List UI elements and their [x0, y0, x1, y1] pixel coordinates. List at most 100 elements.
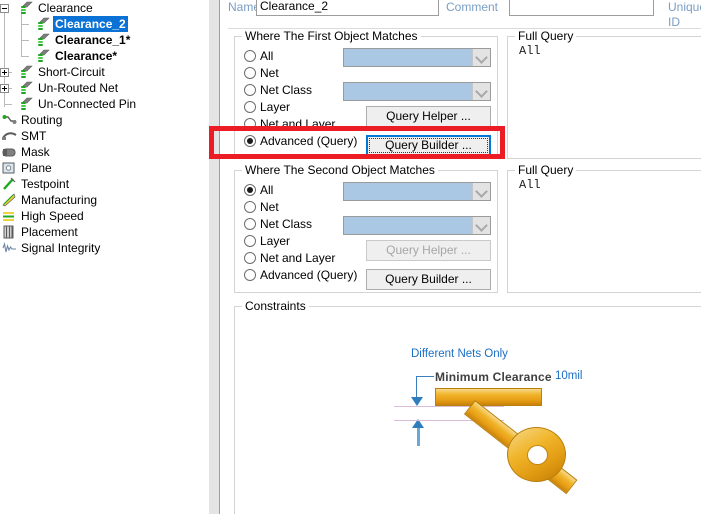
- name-input[interactable]: Clearance_2: [256, 0, 439, 16]
- tree-item-high-speed[interactable]: High Speed: [0, 208, 208, 224]
- focus-ring: [369, 138, 488, 153]
- tree-item-label: Placement: [21, 225, 78, 239]
- chevron-down-icon[interactable]: [472, 217, 490, 234]
- second-object-option-net[interactable]: Net: [244, 199, 279, 215]
- first-object-option-all[interactable]: All: [244, 48, 273, 64]
- second-object-query-builder-button[interactable]: Query Builder ...: [366, 269, 491, 290]
- tree-item-label: Clearance_2: [53, 16, 128, 32]
- first-object-option-label: Net: [260, 66, 279, 80]
- tree-item-label: Manufacturing: [21, 193, 98, 207]
- chevron-down-icon[interactable]: [472, 183, 490, 200]
- tree-item-placement[interactable]: Placement: [0, 224, 208, 240]
- radio-circle-icon: [244, 235, 256, 247]
- minimum-clearance-value: 10mil: [555, 370, 583, 382]
- second-object-group: Where The Second Object Matches All Net …: [234, 163, 498, 293]
- first-object-option-label: Net Class: [260, 83, 313, 97]
- tree-item-testpoint[interactable]: Testpoint: [0, 176, 208, 192]
- second-object-option-label: Layer: [260, 234, 291, 248]
- tree-item-label: Mask: [21, 145, 50, 159]
- rule-folder-icon: [19, 81, 34, 95]
- radio-circle-icon: [244, 50, 256, 62]
- full-query-title: Full Query: [515, 29, 577, 43]
- first-object-option-label: All: [260, 49, 274, 63]
- first-object-net-class-combo[interactable]: [343, 82, 491, 101]
- first-object-full-query-group: Full Query All: [507, 29, 701, 159]
- tree-item-un-routed-net[interactable]: Un-Routed Net: [0, 80, 208, 96]
- second-object-full-query-group: Full Query All: [507, 163, 701, 293]
- testpoint-icon: [2, 177, 17, 191]
- first-object-option-layer[interactable]: Layer: [244, 99, 290, 115]
- tree-item-clearance-1[interactable]: Clearance_1*: [0, 32, 208, 48]
- tree-item-mask[interactable]: Mask: [0, 144, 208, 160]
- radio-circle-icon: [244, 201, 256, 213]
- rules-tree-panel[interactable]: Clearance Clearance_2 Clearance_1* Clearanc…: [0, 0, 208, 514]
- second-object-query-helper-button: Query Helper ...: [366, 240, 491, 261]
- rule-properties-panel: Name Clearance_2 Comment Unique ID Where…: [228, 0, 701, 514]
- first-object-option-advanced-query[interactable]: Advanced (Query): [244, 133, 357, 149]
- first-object-net-combo[interactable]: [343, 48, 491, 67]
- radio-circle-icon: [244, 252, 256, 264]
- reference-line-top: [394, 406, 504, 407]
- placement-icon: [2, 225, 17, 239]
- tree-item-clearance[interactable]: Clearance*: [0, 48, 208, 64]
- second-object-option-layer[interactable]: Layer: [244, 233, 290, 249]
- rule-folder-icon: [19, 65, 34, 79]
- second-object-option-label: Advanced (Query): [260, 268, 358, 282]
- clearance-rule-icon: [36, 33, 51, 47]
- tree-item-smt[interactable]: SMT: [0, 128, 208, 144]
- tree-item-clearance-2[interactable]: Clearance_2: [0, 16, 208, 32]
- button-label: Query Helper ...: [386, 243, 471, 257]
- tree-item-label: SMT: [21, 129, 47, 143]
- comment-label: Comment: [446, 0, 499, 14]
- first-object-option-net-class[interactable]: Net Class: [244, 82, 312, 98]
- different-nets-only-label: Different Nets Only: [411, 348, 508, 360]
- first-object-query-helper-button[interactable]: Query Helper ...: [366, 106, 491, 127]
- rule-folder-icon: [19, 97, 34, 111]
- radio-circle-icon: [244, 218, 256, 230]
- tree-item-manufacturing[interactable]: Manufacturing: [0, 192, 208, 208]
- tree-item-label: Short-Circuit: [38, 65, 105, 79]
- routing-icon: [2, 113, 17, 127]
- second-object-option-label: Net and Layer: [260, 251, 336, 265]
- smt-icon: [2, 129, 17, 143]
- radio-circle-icon: [244, 269, 256, 281]
- second-object-option-advanced-query[interactable]: Advanced (Query): [244, 267, 357, 283]
- second-object-option-all[interactable]: All: [244, 182, 273, 198]
- leader-line-lower: [417, 426, 420, 446]
- second-object-option-net-class[interactable]: Net Class: [244, 216, 312, 232]
- second-object-net-combo[interactable]: [343, 182, 491, 201]
- radio-circle-icon: [244, 67, 256, 79]
- rules-editor-window: Clearance Clearance_2 Clearance_1* Clearanc…: [0, 0, 701, 514]
- tree-item-label: Un-Routed Net: [38, 81, 119, 95]
- rule-identity-row: Name Clearance_2 Comment Unique ID: [228, 0, 701, 29]
- radio-circle-icon: [244, 118, 256, 130]
- second-object-net-class-combo[interactable]: [343, 216, 491, 235]
- tree-item-label: High Speed: [21, 209, 84, 223]
- tree-item-plane[interactable]: Plane: [0, 160, 208, 176]
- tree-item-label: Clearance: [38, 1, 93, 15]
- first-object-option-net[interactable]: Net: [244, 65, 279, 81]
- tree-item-signal-integrity[interactable]: Signal Integrity: [0, 240, 208, 256]
- tree-item-routing[interactable]: Routing: [0, 112, 208, 128]
- chevron-down-icon[interactable]: [472, 83, 490, 100]
- second-object-group-title: Where The Second Object Matches: [242, 163, 438, 177]
- chevron-down-icon[interactable]: [472, 49, 490, 66]
- tree-item-un-connected-pin[interactable]: Un-Connected Pin: [0, 96, 208, 112]
- second-object-option-net-and-layer[interactable]: Net and Layer: [244, 250, 335, 266]
- mask-icon: [2, 145, 17, 159]
- first-object-option-label: Net and Layer: [260, 117, 336, 131]
- tree-item-clearance[interactable]: Clearance: [0, 0, 208, 16]
- clearance-rule-icon: [36, 17, 51, 31]
- tree-item-label: Signal Integrity: [21, 241, 101, 255]
- button-label: Query Helper ...: [386, 109, 471, 123]
- tree-item-label: Clearance_1*: [55, 33, 131, 47]
- first-object-option-net-and-layer[interactable]: Net and Layer: [244, 116, 335, 132]
- second-object-option-label: Net Class: [260, 217, 313, 231]
- full-query-title: Full Query: [515, 163, 577, 177]
- tree-item-short-circuit[interactable]: Short-Circuit: [0, 64, 208, 80]
- first-object-query-builder-button[interactable]: Query Builder ...: [366, 135, 491, 156]
- first-object-option-label: Advanced (Query): [260, 134, 358, 148]
- radio-circle-icon: [244, 84, 256, 96]
- comment-input[interactable]: [509, 0, 654, 16]
- second-object-option-label: Net: [260, 200, 279, 214]
